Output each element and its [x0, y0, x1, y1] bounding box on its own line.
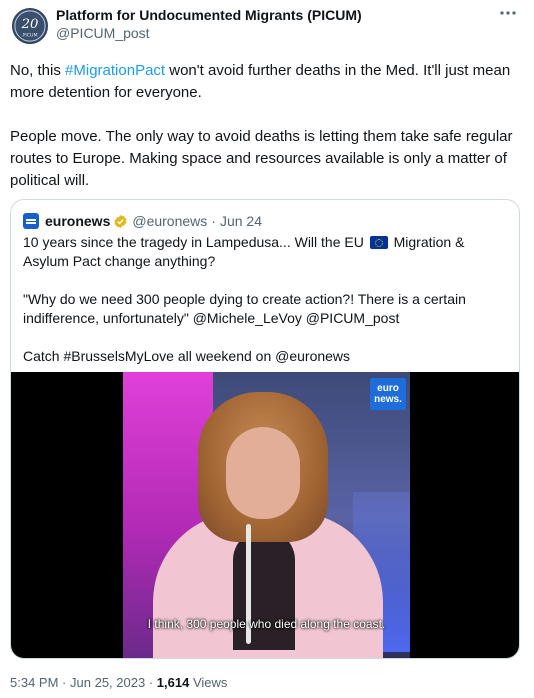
speaker-top: [233, 530, 295, 650]
tweet-paragraph-1: No, this #MigrationPact won't avoid furt…: [10, 60, 524, 104]
author-avatar[interactable]: 20 PICUM: [12, 8, 48, 44]
verified-badge-icon: [113, 214, 128, 229]
tweet-text-segment: No, this: [10, 62, 66, 79]
quoted-paragraph-3: Catch #BrusselsMyLove all weekend on @eu…: [23, 348, 351, 364]
avatar-text: 20: [21, 17, 39, 32]
quoted-text-segment: 10 years since the tragedy in Lampedusa.…: [23, 234, 368, 250]
author-name[interactable]: Platform for Undocumented Migrants (PICU…: [56, 7, 362, 23]
tweet-time[interactable]: 5:34 PM: [10, 675, 58, 690]
views-count: 1,614: [156, 675, 190, 690]
avatar-subtext: PICUM: [22, 32, 37, 38]
author-handle[interactable]: @PICUM_post: [56, 25, 150, 41]
eu-flag-icon: [369, 236, 388, 249]
views-label: Views: [192, 675, 228, 690]
tweet: 20 PICUM Platform for Undocumented Migra…: [0, 0, 534, 698]
quoted-author-name[interactable]: euronews: [45, 213, 110, 229]
quoted-tweet-text: 10 years since the tragedy in Lampedusa.…: [23, 233, 513, 366]
quoted-paragraph-2: "Why do we need 300 people dying to crea…: [23, 291, 466, 326]
logo-line-2: news.: [374, 394, 402, 405]
hashtag-migrationpact-link[interactable]: #MigrationPact: [65, 62, 165, 79]
meta-separator: ·: [62, 675, 67, 690]
euronews-avatar[interactable]: [23, 213, 39, 229]
meta-separator: ·: [148, 675, 154, 690]
video-player[interactable]: euro news. I think, 300 people who died …: [11, 372, 519, 658]
tweet-text: No, this #MigrationPact won't avoid furt…: [10, 60, 524, 192]
tweet-metadata: 5:34 PM · Jun 25, 2023 · 1,614 Views: [10, 675, 227, 690]
quoted-tweet-date[interactable]: Jun 24: [220, 213, 262, 229]
logo-line-1: euro: [377, 383, 399, 394]
more-horizontal-icon: [500, 11, 516, 15]
more-options-button[interactable]: [496, 6, 520, 26]
video-frame: euro news. I think, 300 people who died …: [123, 372, 410, 658]
quoted-tweet-header: euronews @euronews · Jun 24: [23, 212, 262, 230]
quoted-paragraph-1: 10 years since the tragedy in Lampedusa.…: [23, 233, 513, 271]
tweet-date[interactable]: Jun 25, 2023: [70, 675, 145, 690]
quoted-tweet[interactable]: euronews @euronews · Jun 24 10 years sin…: [10, 199, 520, 659]
speaker-face: [226, 427, 300, 519]
tweet-paragraph-2: People move. The only way to avoid death…: [10, 128, 513, 189]
video-subtitle: I think, 300 people who died along the c…: [147, 617, 386, 631]
picum-logo-icon: 20 PICUM: [14, 10, 46, 42]
euronews-logo: euro news.: [370, 378, 406, 410]
quoted-author-handle[interactable]: @euronews: [132, 213, 207, 229]
header-separator: ·: [211, 213, 216, 229]
